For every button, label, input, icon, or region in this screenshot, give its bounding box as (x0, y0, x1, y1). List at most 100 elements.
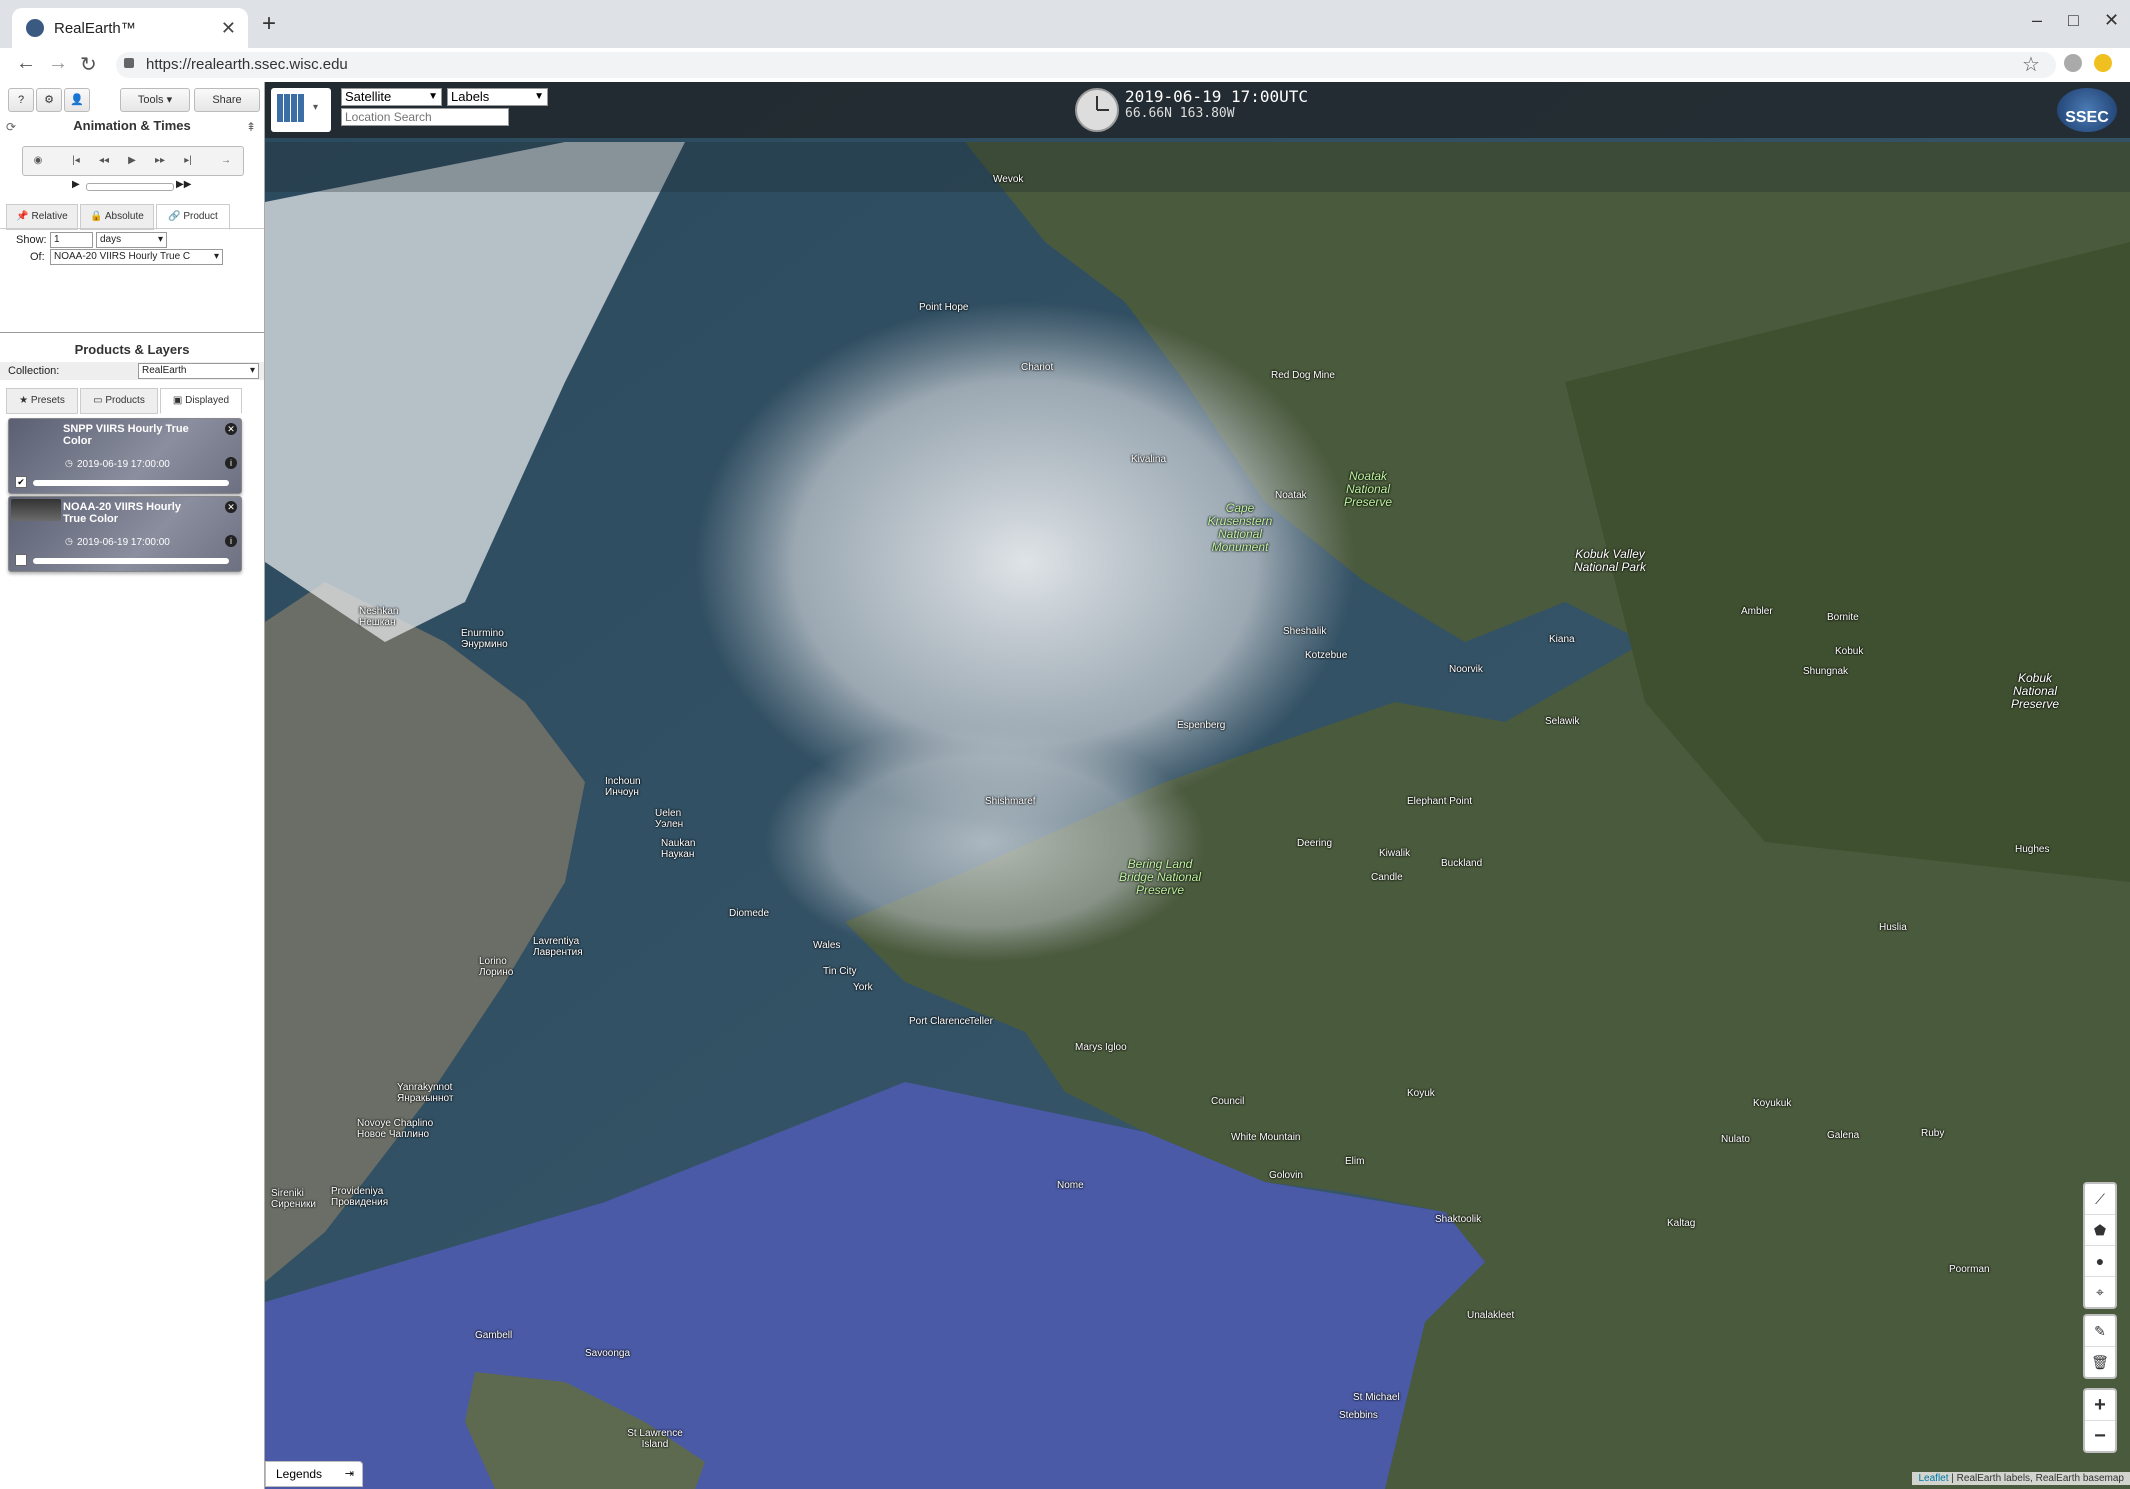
layer-visible-checkbox[interactable]: ✔ (15, 476, 27, 488)
remove-layer-icon[interactable]: ✕ (225, 501, 237, 513)
tab-product[interactable]: 🔗 Product (156, 204, 230, 230)
place-label: Kivalina (1131, 454, 1167, 465)
place-label: Enurmino Энурмино (461, 628, 508, 650)
map-view[interactable]: ▾ Satellite▼ Labels▼ 2019-06-19 17:00UTC… (265, 82, 2130, 1489)
animation-controls: ◉ |◂ ◂◂ ▶ ▸▸ ▸| → (22, 146, 244, 176)
place-label: Noatak (1275, 490, 1307, 501)
address-bar-row: ← → ↻ https://realearth.ssec.wisc.edu (0, 48, 2130, 83)
trash-icon[interactable]: 🗑 (2085, 1347, 2115, 1377)
info-icon[interactable]: i (225, 457, 237, 469)
place-label: Unalakleet (1467, 1310, 1515, 1321)
tools-button-label: Tools (137, 94, 164, 106)
product-select[interactable]: NOAA-20 VIIRS Hourly True C ▾ (50, 249, 223, 265)
place-label: Sireniki Сиреники (271, 1188, 316, 1210)
opacity-slider[interactable] (33, 558, 229, 564)
help-button[interactable]: ? (8, 88, 34, 112)
settings-button[interactable]: ⚙ (36, 88, 62, 112)
unit-select[interactable]: days ▾ (96, 232, 167, 248)
place-label: White Mountain (1231, 1132, 1301, 1143)
draw-polygon-icon[interactable]: ⬟ (2085, 1215, 2115, 1246)
place-label: Kobuk (1835, 646, 1864, 657)
place-label: Hughes (2015, 844, 2050, 855)
tab-displayed[interactable]: ▣ Displayed (160, 388, 242, 414)
place-label: Shungnak (1803, 666, 1849, 677)
place-label: Noorvik (1449, 664, 1483, 675)
loop-icon[interactable]: ◉ (27, 151, 49, 171)
place-label: Marys Igloo (1075, 1042, 1127, 1053)
draw-line-icon[interactable]: ⟋ (2085, 1184, 2115, 1215)
step-back-icon[interactable]: ◂◂ (93, 151, 115, 171)
info-icon[interactable]: i (225, 535, 237, 547)
park-label: Bering Land Bridge National Preserve (1118, 857, 1202, 897)
share-button[interactable]: Share (194, 88, 260, 112)
place-label: Shaktoolik (1435, 1214, 1482, 1225)
pin-icon[interactable]: ⇞ (246, 120, 256, 134)
clock-icon: ◷ (65, 458, 73, 468)
base-select[interactable]: Satellite ▼ (341, 88, 442, 106)
close-window-icon[interactable]: ✕ (2104, 10, 2119, 31)
show-count-input[interactable]: 1 (50, 232, 93, 248)
browser-tab[interactable]: RealEarth™ ✕ (12, 8, 248, 48)
back-icon[interactable]: ← (16, 52, 36, 75)
tab-absolute[interactable]: 🔒 Absolute (80, 204, 154, 230)
extension-icon[interactable] (2094, 54, 2112, 72)
leaflet-link[interactable]: Leaflet (1918, 1473, 1948, 1484)
location-search-input[interactable] (341, 108, 509, 126)
place-label: Shishmaref (985, 796, 1036, 807)
layer-date: 2019-06-19 17:00:00 (77, 537, 170, 548)
reload-icon[interactable]: ↻ (80, 52, 97, 77)
zoom-out-button[interactable]: − (2085, 1421, 2115, 1451)
edit-icon[interactable]: ✎ (2085, 1316, 2115, 1347)
place-label: York (853, 982, 873, 993)
park-label: Cape Krusenstern National Monument (1207, 501, 1273, 554)
zoom-in-button[interactable]: + (2085, 1390, 2115, 1421)
ssec-logo[interactable]: SSEC (2057, 88, 2117, 132)
lock-icon[interactable] (124, 58, 134, 68)
close-tab-icon[interactable]: ✕ (221, 18, 236, 39)
tab-products[interactable]: ▭ Products (80, 388, 158, 414)
ssec-favicon-icon (26, 19, 44, 37)
play-icon[interactable]: ▶ (121, 151, 143, 171)
bookmark-star-icon[interactable]: ☆ (2022, 52, 2040, 77)
layer-visible-checkbox[interactable] (15, 554, 27, 566)
refresh-icon[interactable]: ⟳ (6, 120, 16, 134)
url-field[interactable]: https://realearth.ssec.wisc.edu (116, 52, 2056, 78)
step-forward-icon[interactable]: ▸▸ (149, 151, 171, 171)
clock-icon: ◷ (65, 536, 73, 546)
opacity-slider[interactable] (33, 480, 229, 486)
place-label: Council (1211, 1096, 1245, 1107)
layer-card-snpp[interactable]: SNPP VIIRS Hourly True Color ◷ 2019-06-1… (8, 418, 242, 494)
draw-marker-icon[interactable]: ⌖ (2085, 1277, 2115, 1307)
speed-slider[interactable] (86, 183, 174, 191)
layer-card-noaa20[interactable]: NOAA-20 VIIRS Hourly True Color ◷ 2019-0… (8, 496, 242, 572)
place-label: Wales (813, 940, 841, 951)
place-label: Kotzebue (1305, 650, 1348, 661)
collection-select[interactable]: RealEarth ▾ (138, 363, 259, 379)
legends-button[interactable]: Legends ⇥ (265, 1461, 363, 1487)
draw-circle-icon[interactable]: ● (2085, 1246, 2115, 1277)
clock-icon (1075, 88, 1119, 132)
grid-layers-icon (277, 94, 305, 122)
tab-presets[interactable]: ★ Presets (6, 388, 78, 414)
first-frame-icon[interactable]: |◂ (65, 151, 87, 171)
tools-button[interactable]: Tools ▾ (120, 88, 190, 112)
forward-icon[interactable]: → (48, 52, 68, 75)
forward-arrow-icon[interactable]: → (215, 151, 237, 171)
place-label: Lavrentiya Лаврентия (533, 936, 583, 958)
haze (265, 142, 2130, 192)
place-label: Naukan Наукан (661, 838, 696, 860)
layers-title: Products & Layers (74, 342, 190, 357)
place-label: Espenberg (1177, 720, 1226, 731)
satellite-imagery (265, 82, 2130, 1489)
labels-select[interactable]: Labels ▼ (447, 88, 548, 106)
last-frame-icon[interactable]: ▸| (177, 151, 199, 171)
profile-avatar-icon[interactable] (2064, 54, 2082, 72)
remove-layer-icon[interactable]: ✕ (225, 423, 237, 435)
account-button[interactable]: 👤 (64, 88, 90, 112)
new-tab-icon[interactable]: + (262, 10, 276, 38)
basemap-switcher-button[interactable]: ▾ (271, 88, 331, 132)
place-label: Lorino Лорино (479, 956, 514, 978)
maximize-icon[interactable]: □ (2068, 10, 2079, 31)
tab-relative[interactable]: 📌 Relative (6, 204, 78, 230)
minimize-icon[interactable]: – (2032, 10, 2042, 31)
